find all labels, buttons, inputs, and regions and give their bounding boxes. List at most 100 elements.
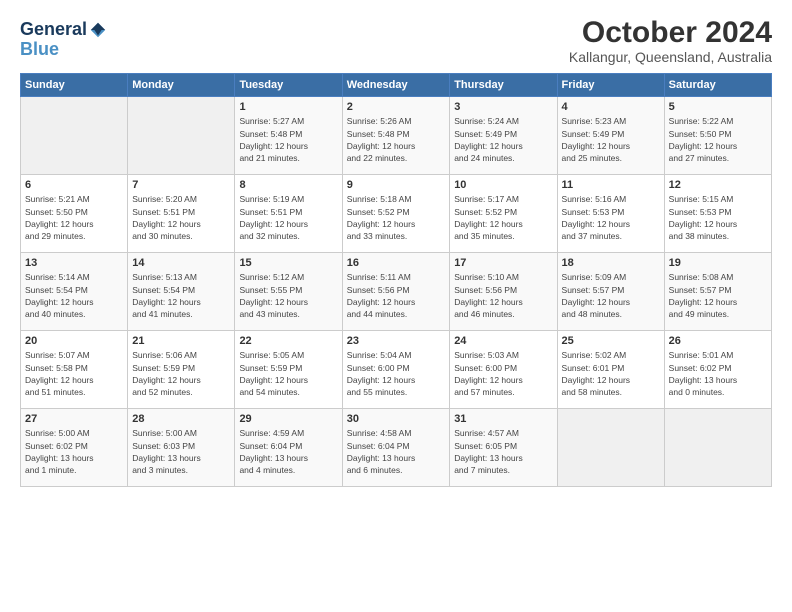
day-info: Sunrise: 5:13 AM Sunset: 5:54 PM Dayligh… bbox=[132, 271, 230, 320]
day-number: 23 bbox=[347, 334, 445, 349]
day-number: 25 bbox=[562, 334, 660, 349]
day-info: Sunrise: 5:16 AM Sunset: 5:53 PM Dayligh… bbox=[562, 193, 660, 242]
day-info: Sunrise: 5:00 AM Sunset: 6:03 PM Dayligh… bbox=[132, 427, 230, 476]
table-row: 29Sunrise: 4:59 AM Sunset: 6:04 PM Dayli… bbox=[235, 409, 342, 487]
calendar-week-row: 27Sunrise: 5:00 AM Sunset: 6:02 PM Dayli… bbox=[21, 409, 772, 487]
day-number: 6 bbox=[25, 178, 123, 193]
day-info: Sunrise: 5:01 AM Sunset: 6:02 PM Dayligh… bbox=[669, 349, 767, 398]
logo-text-line1: General bbox=[20, 20, 87, 40]
table-row: 16Sunrise: 5:11 AM Sunset: 5:56 PM Dayli… bbox=[342, 253, 449, 331]
day-info: Sunrise: 5:03 AM Sunset: 6:00 PM Dayligh… bbox=[454, 349, 552, 398]
day-number: 22 bbox=[239, 334, 337, 349]
table-row: 28Sunrise: 5:00 AM Sunset: 6:03 PM Dayli… bbox=[128, 409, 235, 487]
day-info: Sunrise: 5:14 AM Sunset: 5:54 PM Dayligh… bbox=[25, 271, 123, 320]
day-info: Sunrise: 5:02 AM Sunset: 6:01 PM Dayligh… bbox=[562, 349, 660, 398]
day-info: Sunrise: 4:59 AM Sunset: 6:04 PM Dayligh… bbox=[239, 427, 337, 476]
day-number: 12 bbox=[669, 178, 767, 193]
day-info: Sunrise: 4:57 AM Sunset: 6:05 PM Dayligh… bbox=[454, 427, 552, 476]
table-row: 15Sunrise: 5:12 AM Sunset: 5:55 PM Dayli… bbox=[235, 253, 342, 331]
day-number: 29 bbox=[239, 412, 337, 427]
col-wednesday: Wednesday bbox=[342, 74, 449, 97]
table-row bbox=[664, 409, 771, 487]
day-number: 9 bbox=[347, 178, 445, 193]
day-number: 16 bbox=[347, 256, 445, 271]
table-row: 26Sunrise: 5:01 AM Sunset: 6:02 PM Dayli… bbox=[664, 331, 771, 409]
table-row: 9Sunrise: 5:18 AM Sunset: 5:52 PM Daylig… bbox=[342, 175, 449, 253]
day-number: 4 bbox=[562, 100, 660, 115]
day-info: Sunrise: 5:19 AM Sunset: 5:51 PM Dayligh… bbox=[239, 193, 337, 242]
day-info: Sunrise: 5:09 AM Sunset: 5:57 PM Dayligh… bbox=[562, 271, 660, 320]
table-row: 2Sunrise: 5:26 AM Sunset: 5:48 PM Daylig… bbox=[342, 97, 449, 175]
day-number: 2 bbox=[347, 100, 445, 115]
day-info: Sunrise: 5:07 AM Sunset: 5:58 PM Dayligh… bbox=[25, 349, 123, 398]
table-row: 14Sunrise: 5:13 AM Sunset: 5:54 PM Dayli… bbox=[128, 253, 235, 331]
day-info: Sunrise: 5:00 AM Sunset: 6:02 PM Dayligh… bbox=[25, 427, 123, 476]
day-number: 15 bbox=[239, 256, 337, 271]
table-row: 24Sunrise: 5:03 AM Sunset: 6:00 PM Dayli… bbox=[450, 331, 557, 409]
day-number: 21 bbox=[132, 334, 230, 349]
col-tuesday: Tuesday bbox=[235, 74, 342, 97]
table-row bbox=[128, 97, 235, 175]
day-number: 11 bbox=[562, 178, 660, 193]
day-number: 24 bbox=[454, 334, 552, 349]
day-info: Sunrise: 5:05 AM Sunset: 5:59 PM Dayligh… bbox=[239, 349, 337, 398]
day-number: 7 bbox=[132, 178, 230, 193]
day-number: 30 bbox=[347, 412, 445, 427]
table-row: 7Sunrise: 5:20 AM Sunset: 5:51 PM Daylig… bbox=[128, 175, 235, 253]
day-info: Sunrise: 5:27 AM Sunset: 5:48 PM Dayligh… bbox=[239, 115, 337, 164]
day-number: 1 bbox=[239, 100, 337, 115]
table-row: 8Sunrise: 5:19 AM Sunset: 5:51 PM Daylig… bbox=[235, 175, 342, 253]
table-row: 19Sunrise: 5:08 AM Sunset: 5:57 PM Dayli… bbox=[664, 253, 771, 331]
table-row: 4Sunrise: 5:23 AM Sunset: 5:49 PM Daylig… bbox=[557, 97, 664, 175]
logo-icon bbox=[89, 21, 107, 39]
table-row: 23Sunrise: 5:04 AM Sunset: 6:00 PM Dayli… bbox=[342, 331, 449, 409]
day-number: 5 bbox=[669, 100, 767, 115]
table-row: 22Sunrise: 5:05 AM Sunset: 5:59 PM Dayli… bbox=[235, 331, 342, 409]
logo: General Blue bbox=[20, 20, 107, 60]
table-row bbox=[557, 409, 664, 487]
table-row: 6Sunrise: 5:21 AM Sunset: 5:50 PM Daylig… bbox=[21, 175, 128, 253]
table-row: 11Sunrise: 5:16 AM Sunset: 5:53 PM Dayli… bbox=[557, 175, 664, 253]
day-info: Sunrise: 5:18 AM Sunset: 5:52 PM Dayligh… bbox=[347, 193, 445, 242]
calendar-week-row: 6Sunrise: 5:21 AM Sunset: 5:50 PM Daylig… bbox=[21, 175, 772, 253]
day-number: 3 bbox=[454, 100, 552, 115]
day-info: Sunrise: 5:26 AM Sunset: 5:48 PM Dayligh… bbox=[347, 115, 445, 164]
calendar-table: Sunday Monday Tuesday Wednesday Thursday… bbox=[20, 73, 772, 487]
day-number: 8 bbox=[239, 178, 337, 193]
day-info: Sunrise: 5:22 AM Sunset: 5:50 PM Dayligh… bbox=[669, 115, 767, 164]
calendar-title: October 2024 bbox=[569, 16, 772, 49]
calendar-subtitle: Kallangur, Queensland, Australia bbox=[569, 49, 772, 65]
table-row: 12Sunrise: 5:15 AM Sunset: 5:53 PM Dayli… bbox=[664, 175, 771, 253]
table-row: 25Sunrise: 5:02 AM Sunset: 6:01 PM Dayli… bbox=[557, 331, 664, 409]
table-row: 5Sunrise: 5:22 AM Sunset: 5:50 PM Daylig… bbox=[664, 97, 771, 175]
col-sunday: Sunday bbox=[21, 74, 128, 97]
day-info: Sunrise: 5:11 AM Sunset: 5:56 PM Dayligh… bbox=[347, 271, 445, 320]
day-number: 31 bbox=[454, 412, 552, 427]
table-row: 31Sunrise: 4:57 AM Sunset: 6:05 PM Dayli… bbox=[450, 409, 557, 487]
day-number: 27 bbox=[25, 412, 123, 427]
calendar-header-row: Sunday Monday Tuesday Wednesday Thursday… bbox=[21, 74, 772, 97]
header: General Blue October 2024 Kallangur, Que… bbox=[20, 16, 772, 65]
col-monday: Monday bbox=[128, 74, 235, 97]
table-row: 13Sunrise: 5:14 AM Sunset: 5:54 PM Dayli… bbox=[21, 253, 128, 331]
table-row: 21Sunrise: 5:06 AM Sunset: 5:59 PM Dayli… bbox=[128, 331, 235, 409]
calendar-week-row: 1Sunrise: 5:27 AM Sunset: 5:48 PM Daylig… bbox=[21, 97, 772, 175]
table-row: 20Sunrise: 5:07 AM Sunset: 5:58 PM Dayli… bbox=[21, 331, 128, 409]
calendar-week-row: 13Sunrise: 5:14 AM Sunset: 5:54 PM Dayli… bbox=[21, 253, 772, 331]
day-info: Sunrise: 5:17 AM Sunset: 5:52 PM Dayligh… bbox=[454, 193, 552, 242]
table-row: 18Sunrise: 5:09 AM Sunset: 5:57 PM Dayli… bbox=[557, 253, 664, 331]
day-info: Sunrise: 5:06 AM Sunset: 5:59 PM Dayligh… bbox=[132, 349, 230, 398]
table-row: 17Sunrise: 5:10 AM Sunset: 5:56 PM Dayli… bbox=[450, 253, 557, 331]
table-row: 3Sunrise: 5:24 AM Sunset: 5:49 PM Daylig… bbox=[450, 97, 557, 175]
day-info: Sunrise: 5:24 AM Sunset: 5:49 PM Dayligh… bbox=[454, 115, 552, 164]
table-row: 30Sunrise: 4:58 AM Sunset: 6:04 PM Dayli… bbox=[342, 409, 449, 487]
table-row: 10Sunrise: 5:17 AM Sunset: 5:52 PM Dayli… bbox=[450, 175, 557, 253]
day-number: 14 bbox=[132, 256, 230, 271]
day-number: 17 bbox=[454, 256, 552, 271]
day-number: 10 bbox=[454, 178, 552, 193]
col-friday: Friday bbox=[557, 74, 664, 97]
table-row: 27Sunrise: 5:00 AM Sunset: 6:02 PM Dayli… bbox=[21, 409, 128, 487]
day-number: 28 bbox=[132, 412, 230, 427]
day-info: Sunrise: 4:58 AM Sunset: 6:04 PM Dayligh… bbox=[347, 427, 445, 476]
day-number: 26 bbox=[669, 334, 767, 349]
